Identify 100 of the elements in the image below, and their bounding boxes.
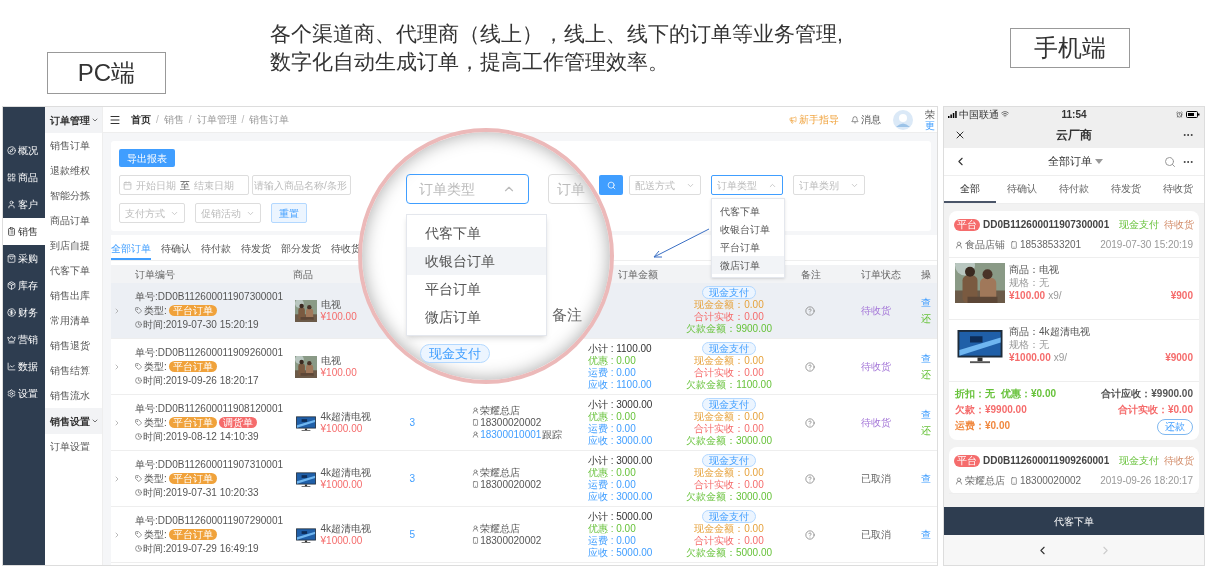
payment-tag: 现金支付 bbox=[420, 344, 490, 363]
goods-name: 电视 bbox=[320, 298, 342, 311]
order-number: 单号:DD0B112600011907300001 bbox=[134, 290, 285, 303]
dropdown-option[interactable]: 微店订单 bbox=[407, 303, 546, 331]
sidebar-item[interactable]: 营销 bbox=[3, 326, 45, 353]
order-number: DD0B112600011909260001 bbox=[983, 454, 1111, 468]
order-status: 已取消 bbox=[861, 472, 892, 484]
expand-icon[interactable] bbox=[113, 306, 121, 315]
dropdown-option[interactable]: 微店订单 bbox=[712, 256, 784, 274]
menu-item[interactable]: 销售流水 bbox=[45, 383, 102, 408]
sidebar-item[interactable]: 客户 bbox=[3, 191, 45, 218]
help-icon[interactable] bbox=[805, 305, 816, 316]
order-card[interactable]: 平台 DD0B112600011907300001 现金支付 待收货 食品店铺 18538533201 2019-07-30 15:20:19 商品：电视 规格：无 ¥100.00 x9/ ¥900 商品：4k超清电视 规格：无 ¥1000.00 x9/ ¥9000 折扣：无 优惠：¥0.00 合计应收：¥9900.00 欠款：¥9900.00 合计实收：¥0.00 运费：¥0.00 还款 bbox=[949, 211, 1199, 440]
goods-price: ¥100.00 bbox=[320, 310, 357, 323]
source-badge: 平台 bbox=[954, 454, 980, 467]
tab[interactable]: 待付款 bbox=[201, 239, 231, 260]
sidebar-item[interactable]: 采购 bbox=[3, 245, 45, 272]
help-icon[interactable] bbox=[805, 473, 816, 484]
menu-item[interactable]: 智能分拣 bbox=[45, 183, 102, 208]
payment-tag: 现金支付 bbox=[702, 342, 756, 355]
sidebar-item[interactable]: 概况 bbox=[3, 137, 45, 164]
menu-group[interactable]: 订单管理 bbox=[45, 107, 102, 133]
payment-line: 合计实收：0.00 bbox=[694, 535, 764, 547]
menu-item[interactable]: 销售结算 bbox=[45, 358, 102, 383]
dropdown-option[interactable]: 代客下单 bbox=[712, 202, 784, 220]
carrier-name: 中国联通 bbox=[959, 107, 999, 122]
search-button[interactable] bbox=[599, 175, 623, 195]
sidebar-item[interactable]: 库存 bbox=[3, 272, 45, 299]
tab[interactable]: 待收货 bbox=[1152, 176, 1204, 203]
dropdown-option[interactable]: 收银台订单 bbox=[712, 220, 784, 238]
expand-icon[interactable] bbox=[113, 418, 121, 427]
discount-text: 折扣：无 bbox=[955, 387, 995, 400]
dropdown-option[interactable]: 代客下单 bbox=[407, 219, 546, 247]
dropdown-option[interactable]: 平台订单 bbox=[407, 275, 546, 303]
phone-number: 18300020002 bbox=[1020, 474, 1082, 488]
tag-icon bbox=[134, 419, 142, 426]
debt-text: 欠款：¥9900.00 bbox=[955, 403, 1028, 416]
dropdown-option[interactable]: 收银台订单 bbox=[407, 247, 546, 275]
user-icon bbox=[472, 431, 480, 438]
menu-item[interactable]: 退款维权 bbox=[45, 158, 102, 183]
sidebar-item[interactable]: 数据 bbox=[3, 353, 45, 380]
tab[interactable]: 待确认 bbox=[996, 176, 1048, 203]
menu-item[interactable]: 代客下单 bbox=[45, 258, 102, 283]
settings-icon bbox=[7, 389, 16, 398]
breadcrumb-separator: / bbox=[188, 113, 192, 127]
sidebar-item[interactable]: 商品 bbox=[3, 164, 45, 191]
help-icon[interactable] bbox=[805, 529, 816, 540]
amount-line: 应收 : 3000.00 bbox=[587, 490, 654, 503]
menu-item[interactable]: 销售出库 bbox=[45, 283, 102, 308]
headline-text: 各个渠道商、代理商（线上），线上、线下的订单等业务管理, bbox=[270, 21, 843, 47]
filter-dropdown[interactable]: 全部订单 bbox=[967, 153, 1164, 170]
sidebar-item[interactable]: 销售 bbox=[3, 218, 45, 245]
goods-price: ¥1000.00 bbox=[320, 478, 364, 491]
headline-text: 数字化自动生成订单，提高工作管理效率。 bbox=[270, 49, 670, 75]
menu-item[interactable]: 销售退货 bbox=[45, 333, 102, 358]
order-time: 时间:2019-07-31 10:20:33 bbox=[142, 486, 259, 499]
breadcrumb-item[interactable]: 首页 bbox=[131, 112, 151, 127]
alarm-icon bbox=[1176, 110, 1183, 118]
column-header: 订单编号 bbox=[134, 268, 175, 280]
menu-item[interactable]: 商品订单 bbox=[45, 208, 102, 233]
tag-icon bbox=[134, 363, 142, 370]
clock-icon bbox=[134, 545, 142, 552]
tab[interactable]: 全部 bbox=[944, 176, 996, 203]
tab[interactable]: 待发货 bbox=[241, 239, 271, 260]
search-icon[interactable] bbox=[1164, 155, 1176, 168]
bottom-button[interactable]: 代客下单 bbox=[944, 507, 1204, 535]
amount-line: 小计 : 1100.00 bbox=[587, 342, 653, 355]
store-name: 荣耀总店 bbox=[965, 474, 1005, 488]
help-icon[interactable] bbox=[805, 361, 816, 372]
menu-item[interactable]: 常用清单 bbox=[45, 308, 102, 333]
clock-icon bbox=[134, 489, 142, 496]
phone-icon bbox=[472, 419, 480, 426]
sidebar-item[interactable]: 财务 bbox=[3, 299, 45, 326]
sidebar-item[interactable]: 设置 bbox=[3, 380, 45, 407]
menu-icon[interactable] bbox=[109, 113, 121, 126]
user-name: 荣 bbox=[925, 108, 936, 120]
help-icon[interactable] bbox=[805, 417, 816, 428]
avatar-icon[interactable] bbox=[893, 109, 913, 130]
order-card[interactable]: 平台 DD0B112600011909260001 现金支付 待收货 荣耀总店 18300020002 2019-09-26 18:20:17 bbox=[949, 447, 1199, 494]
tab[interactable]: 待确认 bbox=[161, 239, 191, 260]
type-label: 类型: bbox=[143, 360, 167, 373]
type-label: 类型: bbox=[143, 416, 167, 429]
payment-line: 合计实收：0.00 bbox=[694, 311, 764, 323]
tab[interactable]: 待发货 bbox=[1100, 176, 1152, 203]
tab[interactable]: 待付款 bbox=[1048, 176, 1100, 203]
menu-group[interactable]: 销售设置 bbox=[45, 408, 102, 434]
payment-tag: 现金支付 bbox=[702, 286, 756, 299]
bag-icon bbox=[7, 254, 16, 263]
dropdown-option[interactable]: 平台订单 bbox=[712, 238, 784, 256]
order-time: 2019-09-26 18:20:17 bbox=[1100, 474, 1193, 488]
messages-link[interactable]: 消息 bbox=[851, 112, 881, 127]
expand-icon[interactable] bbox=[113, 474, 121, 483]
menu-item[interactable]: 销售订单 bbox=[45, 133, 102, 158]
menu-item[interactable]: 到店自提 bbox=[45, 233, 102, 258]
column-header: 订单金额 bbox=[617, 268, 658, 280]
expand-icon[interactable] bbox=[113, 362, 121, 371]
menu-item[interactable]: 订单设置 bbox=[45, 434, 102, 459]
expand-icon[interactable] bbox=[113, 530, 121, 539]
tab[interactable]: 部分发货 bbox=[281, 239, 321, 260]
order-number: 单号:DD0B112600011907310001 bbox=[134, 458, 285, 471]
